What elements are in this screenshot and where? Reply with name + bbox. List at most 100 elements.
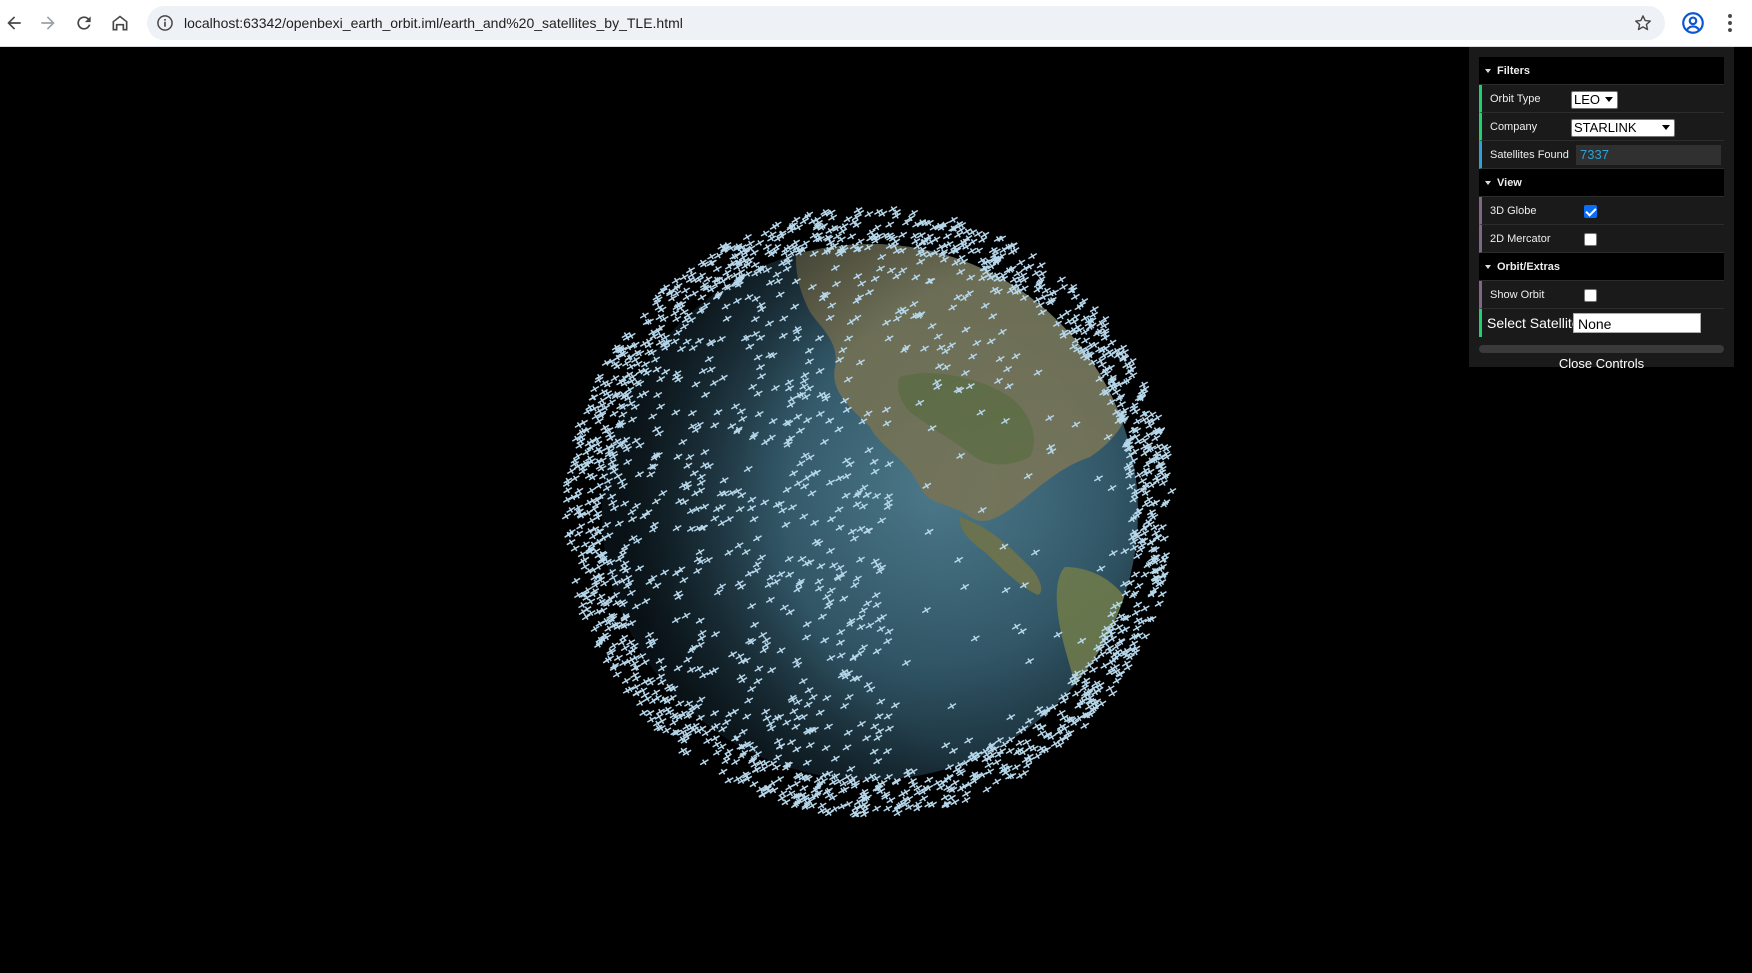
satellite-marker[interactable] [771, 243, 782, 251]
globe-3d-checkbox[interactable] [1584, 205, 1597, 218]
satellite-marker[interactable] [798, 784, 809, 792]
satellite-marker[interactable] [950, 779, 961, 787]
satellite-marker[interactable] [762, 243, 773, 251]
satellite-marker[interactable] [711, 741, 722, 748]
satellite-marker[interactable] [1032, 752, 1043, 760]
satellite-marker[interactable] [872, 224, 882, 231]
satellite-marker[interactable] [897, 790, 908, 798]
satellite-marker[interactable] [1140, 605, 1151, 612]
satellite-marker[interactable] [1112, 677, 1123, 684]
satellite-marker[interactable] [846, 233, 857, 240]
folder-view[interactable]: View [1479, 169, 1724, 197]
satellite-marker[interactable] [722, 753, 733, 760]
satellite-marker[interactable] [718, 768, 728, 776]
satellite-marker[interactable] [721, 757, 731, 765]
satellite-marker[interactable] [581, 448, 592, 456]
satellite-marker[interactable] [884, 221, 895, 228]
satellite-marker[interactable] [630, 356, 641, 364]
satellite-marker[interactable] [1088, 666, 1099, 674]
satellite-marker[interactable] [702, 737, 713, 745]
satellite-marker[interactable] [571, 577, 581, 585]
satellite-marker[interactable] [652, 720, 663, 727]
satellite-marker[interactable] [1111, 643, 1122, 650]
satellite-marker[interactable] [984, 761, 994, 769]
back-icon[interactable] [0, 9, 28, 37]
profile-icon[interactable] [1680, 10, 1706, 36]
satellite-marker[interactable] [1056, 276, 1067, 283]
satellite-marker[interactable] [1011, 763, 1022, 771]
satellite-marker[interactable] [855, 238, 866, 245]
satellite-marker[interactable] [1132, 601, 1143, 608]
satellite-marker[interactable] [1056, 709, 1067, 717]
satellite-marker[interactable] [669, 310, 680, 317]
menu-icon[interactable] [1717, 10, 1743, 36]
satellite-marker[interactable] [1037, 724, 1047, 731]
satellite-marker[interactable] [839, 222, 849, 230]
folder-orbit-extras[interactable]: Orbit/Extras [1479, 253, 1724, 281]
satellite-marker[interactable] [1150, 434, 1161, 442]
satellite-marker[interactable] [594, 417, 605, 425]
satellite-marker[interactable] [749, 249, 760, 257]
satellite-marker[interactable] [712, 749, 723, 756]
satellite-marker[interactable] [871, 805, 882, 812]
satellite-marker[interactable] [1127, 357, 1138, 365]
satellite-marker[interactable] [687, 271, 697, 279]
satellite-marker[interactable] [1107, 690, 1118, 697]
satellite-marker[interactable] [973, 230, 984, 238]
satellite-marker[interactable] [1080, 328, 1091, 336]
satellite-marker[interactable] [575, 523, 586, 530]
address-bar[interactable]: localhost:63342/openbexi_earth_orbit.iml… [147, 6, 1665, 40]
satellite-marker[interactable] [1096, 700, 1107, 707]
satellite-marker[interactable] [703, 275, 713, 283]
satellite-marker[interactable] [968, 238, 978, 246]
satellite-marker[interactable] [573, 530, 584, 537]
satellite-marker[interactable] [696, 272, 707, 279]
satellite-marker[interactable] [1005, 747, 1016, 755]
satellite-marker[interactable] [998, 246, 1009, 254]
satellite-marker[interactable] [817, 802, 828, 809]
satellite-marker[interactable] [565, 506, 576, 514]
satellite-marker[interactable] [745, 240, 756, 247]
satellite-marker[interactable] [582, 586, 593, 594]
satellite-marker[interactable] [1041, 287, 1052, 294]
satellite-marker[interactable] [566, 467, 577, 475]
satellite-marker[interactable] [991, 758, 1002, 766]
satellite-marker[interactable] [617, 639, 628, 646]
satellite-marker[interactable] [751, 766, 762, 773]
satellite-marker[interactable] [977, 236, 988, 244]
bookmark-star-icon[interactable] [1633, 13, 1653, 33]
satellite-marker[interactable] [609, 410, 620, 418]
satellite-marker[interactable] [908, 209, 919, 217]
satellite-marker[interactable] [961, 790, 972, 798]
satellite-marker[interactable] [1071, 690, 1082, 697]
satellite-marker[interactable] [1132, 624, 1143, 632]
satellite-marker[interactable] [827, 214, 838, 221]
satellite-marker[interactable] [621, 677, 632, 685]
folder-filters[interactable]: Filters [1479, 57, 1724, 85]
satellite-marker[interactable] [603, 625, 614, 632]
satellite-marker[interactable] [1146, 411, 1157, 418]
satellite-marker[interactable] [1027, 252, 1038, 260]
satellite-marker[interactable] [1131, 609, 1142, 617]
satellite-marker[interactable] [949, 798, 960, 806]
satellite-marker[interactable] [608, 642, 619, 649]
satellite-marker[interactable] [593, 563, 604, 571]
satellite-marker[interactable] [1110, 663, 1121, 671]
satellite-marker[interactable] [1128, 640, 1139, 647]
satellite-marker[interactable] [760, 230, 771, 237]
satellite-marker[interactable] [618, 634, 629, 642]
satellite-marker[interactable] [742, 233, 753, 241]
satellite-marker[interactable] [566, 538, 576, 546]
satellite-marker[interactable] [1015, 259, 1026, 266]
satellite-marker[interactable] [991, 778, 1002, 785]
site-info-icon[interactable] [155, 13, 175, 33]
satellite-marker[interactable] [882, 805, 893, 812]
satellite-marker[interactable] [1036, 730, 1047, 737]
satellite-marker[interactable] [577, 550, 588, 558]
satellite-marker[interactable] [863, 210, 874, 218]
satellite-marker[interactable] [1088, 311, 1099, 319]
satellite-marker[interactable] [837, 227, 848, 235]
satellite-marker[interactable] [594, 482, 605, 489]
satellite-marker[interactable] [853, 798, 864, 806]
satellite-marker[interactable] [570, 545, 581, 552]
